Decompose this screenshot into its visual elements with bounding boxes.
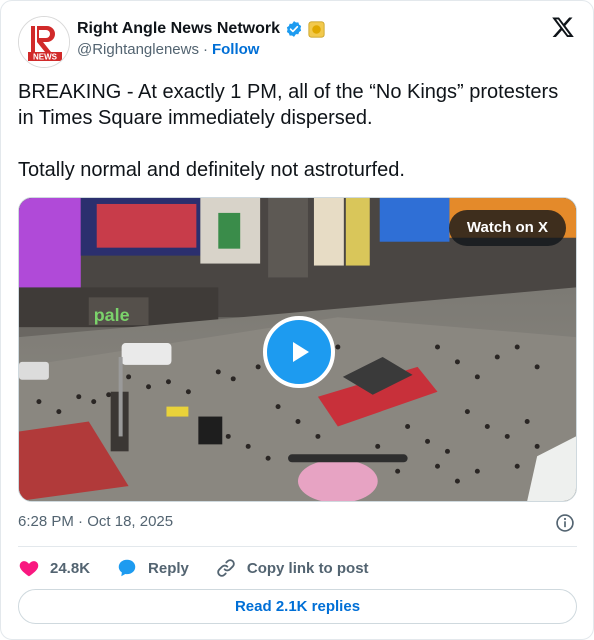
verified-badge-icon bbox=[286, 21, 302, 37]
author-name-row: Right Angle News Network bbox=[77, 18, 325, 40]
post-date: Oct 18, 2025 bbox=[87, 513, 174, 530]
divider bbox=[18, 546, 577, 547]
timestamp[interactable]: 6:28 PM · Oct 18, 2025 bbox=[18, 513, 173, 530]
play-icon bbox=[293, 342, 309, 362]
play-button[interactable] bbox=[263, 316, 335, 388]
like-button[interactable]: 24.8K bbox=[18, 557, 90, 579]
tweet-text: BREAKING - At exactly 1 PM, all of the “… bbox=[18, 79, 578, 183]
info-icon[interactable] bbox=[555, 513, 575, 533]
like-count: 24.8K bbox=[50, 559, 91, 577]
post-time: 6:28 PM bbox=[18, 513, 74, 530]
author-handle-row: @Rightanglenews · Follow bbox=[77, 41, 259, 58]
reply-bubble-icon bbox=[118, 559, 136, 577]
link-icon bbox=[217, 559, 235, 577]
avatar[interactable]: NEWS bbox=[18, 16, 70, 68]
heart-icon bbox=[19, 561, 39, 577]
affiliation-badge-icon bbox=[308, 20, 325, 38]
meta-separator: · bbox=[78, 513, 84, 530]
author-name[interactable]: Right Angle News Network bbox=[77, 20, 280, 38]
watch-on-x-button[interactable]: Watch on X bbox=[448, 210, 566, 246]
tweet-text-paragraph-1: BREAKING - At exactly 1 PM, all of the “… bbox=[18, 81, 559, 129]
tweet-text-paragraph-2: Totally normal and definitely not astrot… bbox=[18, 159, 405, 181]
follow-link[interactable]: Follow bbox=[212, 41, 260, 58]
reply-label: Reply bbox=[148, 559, 189, 577]
tweet-card: NEWS Right Angle News Network @Rightangl… bbox=[0, 0, 594, 640]
billboard-text: pale bbox=[94, 305, 130, 325]
right-angle-news-logo: NEWS bbox=[19, 17, 69, 67]
copy-link-label: Copy link to post bbox=[246, 559, 369, 577]
reply-button[interactable]: Reply bbox=[116, 557, 189, 579]
video-player[interactable]: pale Watch on X bbox=[18, 197, 577, 502]
x-logo-icon[interactable] bbox=[551, 15, 575, 39]
svg-text:NEWS: NEWS bbox=[33, 53, 58, 62]
copy-link-button[interactable]: Copy link to post bbox=[215, 557, 369, 579]
action-bar: 24.8K Reply Copy link to post bbox=[18, 556, 395, 580]
read-replies-button[interactable]: Read 2.1K replies bbox=[18, 589, 577, 624]
author-handle[interactable]: @Rightanglenews bbox=[77, 41, 199, 58]
handle-separator: · bbox=[202, 41, 208, 58]
